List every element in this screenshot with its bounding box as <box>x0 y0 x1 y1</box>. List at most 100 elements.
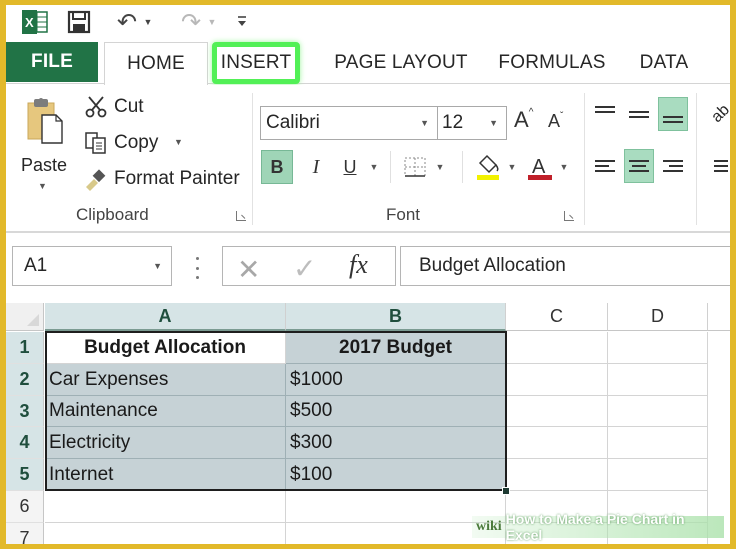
borders-dropdown-icon[interactable]: ▼ <box>434 150 446 184</box>
cell-b3[interactable]: $500 <box>286 396 506 427</box>
cell-a7[interactable] <box>45 523 286 544</box>
column-header-e[interactable] <box>708 303 730 331</box>
cell-b4[interactable]: $300 <box>286 427 506 459</box>
cell-d5[interactable] <box>608 459 708 491</box>
orientation-icon: ab <box>708 101 730 126</box>
cell-c2[interactable] <box>506 364 608 396</box>
row-header-2[interactable]: 2 <box>6 364 44 396</box>
paste-button[interactable]: Paste ▼ <box>16 93 72 197</box>
row-header-7[interactable]: 7 <box>6 523 44 544</box>
font-color-dropdown-icon[interactable]: ▼ <box>558 150 570 184</box>
cell-a6[interactable] <box>45 491 286 523</box>
redo-dropdown-icon[interactable]: ▼ <box>206 9 218 35</box>
row-header-5[interactable]: 5 <box>6 459 44 491</box>
bottom-align-button[interactable] <box>658 97 688 131</box>
paint-bucket-icon <box>477 154 499 180</box>
insert-function-icon[interactable]: fx <box>349 250 368 280</box>
shrink-font-label: A <box>548 111 561 131</box>
excel-window: X ↶ ▼ ↷ ▼ FILE HOME INSERT PAGE LAYOUT F… <box>6 5 730 544</box>
decrease-indent-icon <box>714 160 728 172</box>
row-header-6[interactable]: 6 <box>6 491 44 523</box>
cell-c3[interactable] <box>506 396 608 427</box>
cell-a1[interactable]: Budget Allocation <box>45 332 286 364</box>
cell-b5[interactable]: $100 <box>286 459 506 491</box>
column-header-b[interactable]: B <box>286 303 506 331</box>
watermark-brand: wiki <box>476 519 502 534</box>
row-header-3[interactable]: 3 <box>6 396 44 427</box>
font-name-select[interactable]: Calibri ▼ <box>260 106 438 140</box>
cell-b1[interactable]: 2017 Budget <box>286 332 506 364</box>
orientation-button[interactable]: ab <box>698 91 730 136</box>
font-color-button[interactable]: A <box>526 150 554 184</box>
tab-formulas[interactable]: FORMULAS <box>490 42 614 84</box>
format-painter-button[interactable]: Format Painter <box>82 165 240 193</box>
align-right-button[interactable] <box>658 149 688 183</box>
borders-button[interactable] <box>402 150 428 184</box>
name-box-dropdown-icon[interactable]: ▼ <box>153 261 162 271</box>
font-size-dropdown-icon[interactable]: ▼ <box>489 118 498 128</box>
cancel-icon[interactable]: ✕ <box>237 253 260 286</box>
bold-button[interactable]: B <box>261 150 293 184</box>
underline-dropdown-icon[interactable]: ▼ <box>368 150 380 184</box>
save-icon[interactable] <box>66 9 92 35</box>
tab-page-layout[interactable]: PAGE LAYOUT <box>324 42 478 84</box>
cell-c1[interactable] <box>506 332 608 364</box>
fill-color-button[interactable] <box>474 150 502 184</box>
font-launcher-icon[interactable] <box>564 211 574 221</box>
align-center-button[interactable] <box>624 149 654 183</box>
copy-dropdown-icon[interactable]: ▼ <box>174 137 183 147</box>
formula-buttons: ✕ ✓ fx <box>222 246 396 286</box>
cut-button[interactable]: Cut <box>82 93 144 121</box>
cell-d3[interactable] <box>608 396 708 427</box>
tab-file[interactable]: FILE <box>6 42 98 82</box>
top-align-button[interactable] <box>590 97 620 131</box>
paste-dropdown-icon[interactable]: ▼ <box>38 181 47 191</box>
redo-icon[interactable]: ↷ <box>178 9 204 36</box>
row-header-4[interactable]: 4 <box>6 427 44 459</box>
name-box[interactable]: A1 ▼ <box>12 246 172 286</box>
middle-align-button[interactable] <box>624 97 654 131</box>
group-divider <box>252 93 253 225</box>
fill-handle[interactable] <box>502 487 510 495</box>
formula-input[interactable]: Budget Allocation <box>400 246 730 286</box>
cell-a2[interactable]: Car Expenses <box>45 364 286 396</box>
copy-button[interactable]: Copy <box>82 129 158 157</box>
font-divider <box>390 151 391 183</box>
cut-label: Cut <box>114 96 144 117</box>
decrease-font-size-button[interactable]: Aˇ <box>548 111 563 132</box>
clipboard-launcher-icon[interactable] <box>236 211 246 221</box>
cell-c4[interactable] <box>506 427 608 459</box>
cell-a4[interactable]: Electricity <box>45 427 286 459</box>
font-size-select[interactable]: 12 ▼ <box>437 106 507 140</box>
undo-dropdown-icon[interactable]: ▼ <box>142 9 154 35</box>
cell-a5[interactable]: Internet <box>45 459 286 491</box>
tab-data[interactable]: DATA <box>630 42 698 84</box>
undo-icon[interactable]: ↶ <box>114 9 140 36</box>
increase-font-size-button[interactable]: A^ <box>514 107 533 133</box>
spreadsheet-grid: A B C D 1 2 3 4 5 6 7 Budget Allocation … <box>6 303 730 544</box>
column-header-c[interactable]: C <box>506 303 608 331</box>
cell-d1[interactable] <box>608 332 708 364</box>
tab-insert[interactable]: INSERT <box>212 42 300 84</box>
underline-button[interactable]: U <box>338 150 362 184</box>
align-left-button[interactable] <box>590 149 620 183</box>
tab-home[interactable]: HOME <box>104 42 208 85</box>
svg-text:X: X <box>25 15 34 30</box>
formula-bar-resize-handle[interactable] <box>196 257 200 279</box>
column-header-d[interactable]: D <box>608 303 708 331</box>
row-header-1[interactable]: 1 <box>6 332 44 364</box>
ribbon: Paste ▼ Cut Copy ▼ Format Painter Clipbo… <box>6 85 730 233</box>
column-header-a[interactable]: A <box>45 303 286 331</box>
decrease-indent-button[interactable] <box>706 149 730 183</box>
italic-button[interactable]: I <box>304 150 328 184</box>
customize-toolbar-icon[interactable] <box>234 9 250 35</box>
cell-a3[interactable]: Maintenance <box>45 396 286 427</box>
font-name-dropdown-icon[interactable]: ▼ <box>420 118 429 128</box>
cell-d2[interactable] <box>608 364 708 396</box>
fill-color-dropdown-icon[interactable]: ▼ <box>506 150 518 184</box>
select-all-button[interactable] <box>6 303 44 331</box>
cell-d4[interactable] <box>608 427 708 459</box>
cell-b2[interactable]: $1000 <box>286 364 506 396</box>
enter-check-icon[interactable]: ✓ <box>293 252 316 285</box>
cell-c5[interactable] <box>506 459 608 491</box>
